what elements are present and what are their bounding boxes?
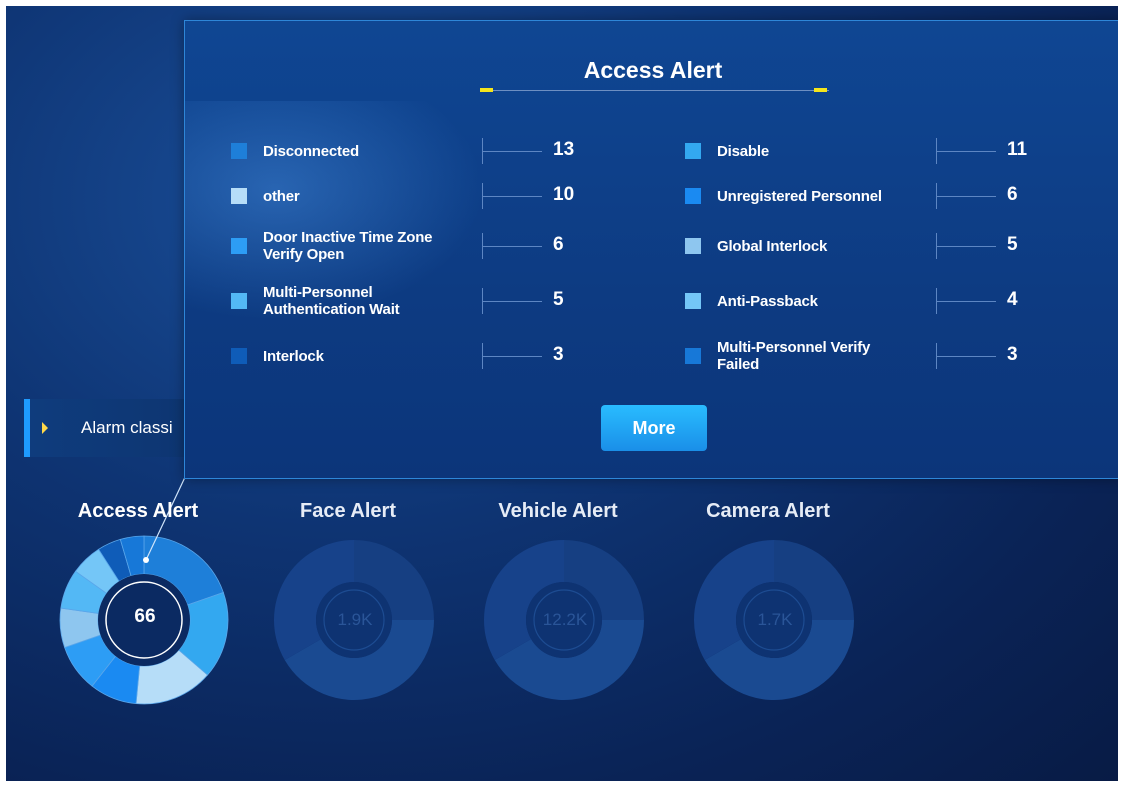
legend-label: Anti-Passback [717, 292, 818, 310]
legend-swatch [231, 348, 247, 364]
legend-swatch [685, 188, 701, 204]
legend-leader-line [482, 246, 542, 247]
popup-connector-dot [143, 557, 149, 563]
legend-label: Disable [717, 142, 769, 160]
legend-swatch [685, 348, 701, 364]
vehicle-alert-count: 12.2K [542, 610, 588, 629]
camera-alert-title: Camera Alert [706, 500, 830, 522]
legend-leader-line [482, 196, 542, 197]
more-button[interactable]: More [601, 405, 707, 451]
legend-value: 10 [553, 184, 575, 205]
legend-value: 3 [1007, 344, 1018, 365]
legend-label: Multi-Personnel Authentication Wait [263, 284, 400, 318]
face-alert-title: Face Alert [300, 500, 396, 522]
access-alert-title: Access Alert [77, 500, 199, 522]
legend-swatch [231, 188, 247, 204]
legend-leader-line [936, 151, 996, 152]
legend-swatch [685, 143, 701, 159]
legend-swatch [231, 238, 247, 254]
legend-label: Global Interlock [717, 237, 828, 255]
dashboard-stage: Alarm classi Access Alert Face Alert Veh… [6, 6, 1118, 781]
legend-value: 11 [1007, 139, 1028, 160]
legend-swatch [231, 293, 247, 309]
legend-swatch [685, 238, 701, 254]
legend-label: other [263, 187, 300, 205]
legend-leader-line [482, 301, 542, 302]
title-accent-left [480, 88, 493, 92]
legend-label: Interlock [263, 347, 324, 365]
legend-leader-line [936, 196, 996, 197]
popup-title: Access Alert [583, 57, 723, 83]
legend-label: Multi-Personnel Verify Failed [717, 339, 871, 373]
legend-leader-line [936, 356, 996, 357]
legend-value: 4 [1007, 289, 1018, 310]
legend-value: 5 [1007, 234, 1018, 255]
legend-value: 6 [1007, 184, 1018, 205]
face-alert-count: 1.9K [337, 610, 373, 629]
legend-swatch [231, 143, 247, 159]
legend-leader-line [936, 246, 996, 247]
legend-leader-line [936, 301, 996, 302]
legend-value: 5 [553, 289, 564, 310]
legend-value: 6 [553, 234, 564, 255]
title-accent-right [814, 88, 827, 92]
vehicle-alert-title: Vehicle Alert [498, 500, 618, 522]
title-underline [487, 90, 829, 91]
legend-leader-line [482, 151, 542, 152]
access-alert-popup: Access Alert Disconnected 13 Disable 11 othe… [184, 20, 1118, 479]
camera-alert-count: 1.7K [757, 610, 793, 629]
legend-value: 3 [553, 344, 564, 365]
legend-leader-line [482, 356, 542, 357]
access-alert-count: 66 [134, 606, 156, 627]
legend-label: Unregistered Personnel [717, 187, 882, 205]
legend-label: Disconnected [263, 142, 359, 160]
legend-label: Door Inactive Time Zone Verify Open [263, 229, 433, 263]
legend-swatch [685, 293, 701, 309]
legend-value: 13 [553, 139, 575, 160]
